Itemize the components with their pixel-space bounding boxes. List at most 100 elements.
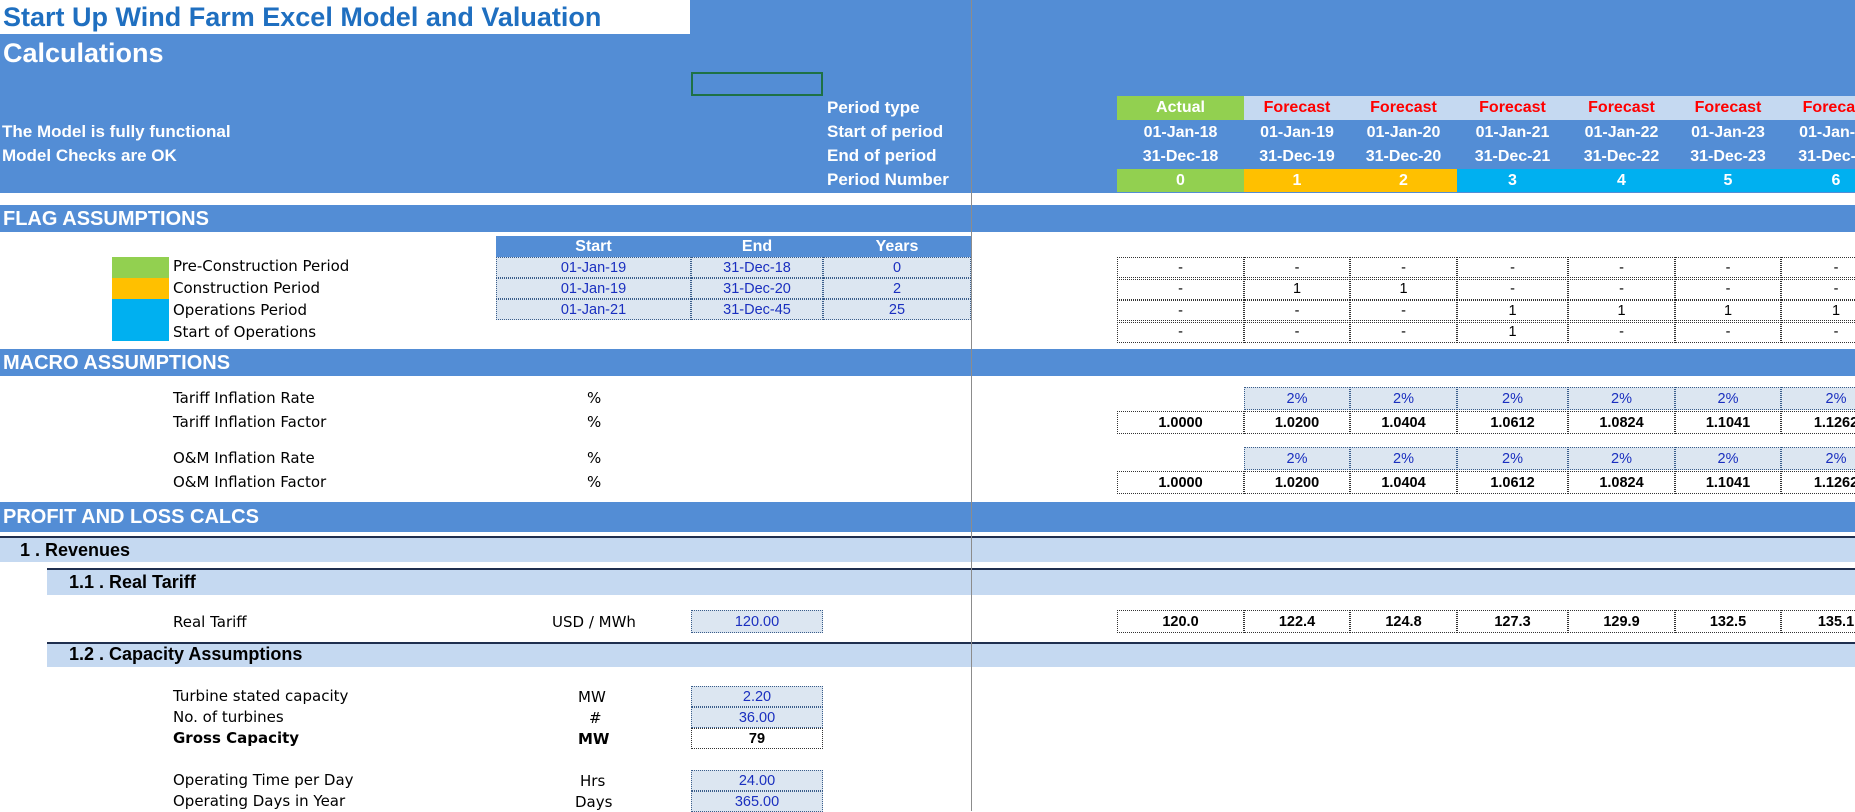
flag-start-input[interactable]: 01-Jan-21 [496, 299, 691, 320]
om-rate-cell[interactable]: 2% [1457, 447, 1568, 470]
om-factor-cell[interactable]: 1.0404 [1350, 471, 1457, 494]
tariff-factor-cell[interactable]: 1.0404 [1350, 411, 1457, 434]
real-tariff-cell[interactable]: 127.3 [1457, 610, 1568, 633]
real-tariff-cell[interactable]: 124.8 [1350, 610, 1457, 633]
flag-start-input[interactable]: 01-Jan-19 [496, 278, 691, 299]
flag-value-cell[interactable]: - [1244, 321, 1350, 343]
flag-value-cell[interactable]: - [1117, 257, 1244, 278]
period-number-cell: 1 [1244, 169, 1350, 192]
flag-value-cell[interactable]: 1 [1457, 321, 1568, 343]
real-tariff-cell[interactable]: 122.4 [1244, 610, 1350, 633]
row-label-start: Start of period [827, 122, 944, 141]
section-flag-assumptions: FLAG ASSUMPTIONS [0, 205, 1855, 232]
flag-value-cell[interactable]: - [1350, 321, 1457, 343]
tariff-rate-cell[interactable]: 2% [1457, 387, 1568, 410]
capacity-header: 1.2 . Capacity Assumptions [47, 642, 1855, 667]
om-rate-cell[interactable]: 2% [1675, 447, 1781, 470]
om-factor-cell[interactable]: 1.0000 [1117, 471, 1244, 494]
flag-end-input[interactable]: 31-Dec-45 [691, 299, 823, 320]
tariff-factor-cell[interactable]: 1.0000 [1117, 411, 1244, 434]
tariff-factor-cell[interactable]: 1.1041 [1675, 411, 1781, 434]
real-tariff-input[interactable]: 120.00 [691, 610, 823, 633]
real-tariff-cell[interactable]: 120.0 [1117, 610, 1244, 633]
flag-value-cell[interactable]: - [1568, 257, 1675, 278]
real-tariff-cell[interactable]: 132.5 [1675, 610, 1781, 633]
period-end-cell: 31-Dec-19 [1259, 148, 1335, 165]
flag-value-cell[interactable]: - [1244, 257, 1350, 278]
period-number-cell: 5 [1675, 169, 1781, 192]
tariff-inflation-rate-label: Tariff Inflation Rate [173, 389, 315, 407]
om-factor-cell[interactable]: 1.0824 [1568, 471, 1675, 494]
om-rate-cell[interactable]: 2% [1350, 447, 1457, 470]
op-days-input[interactable]: 365.00 [691, 791, 823, 812]
flag-value-cell[interactable]: - [1781, 257, 1855, 278]
flag-value-cell[interactable]: - [1675, 278, 1781, 300]
flag-value-cell[interactable]: - [1568, 278, 1675, 300]
tariff-rate-cell[interactable]: 2% [1675, 387, 1781, 410]
flag-end-input[interactable]: 31-Dec-18 [691, 257, 823, 278]
tariff-rate-cell[interactable]: 2% [1244, 387, 1350, 410]
flag-value-cell[interactable]: 1 [1350, 278, 1457, 300]
period-type-cell: Forecast [1781, 96, 1855, 120]
flag-label-pre-construction: Pre-Construction Period [173, 257, 350, 275]
flag-start-input[interactable]: 01-Jan-19 [496, 257, 691, 278]
real-tariff-cell[interactable]: 129.9 [1568, 610, 1675, 633]
flag-value-cell[interactable]: 1 [1244, 278, 1350, 300]
flag-years-input[interactable]: 25 [823, 299, 971, 320]
om-rate-cell[interactable]: 2% [1781, 447, 1855, 470]
status-line-checks: Model Checks are OK [2, 146, 177, 165]
section-title: FLAG ASSUMPTIONS [3, 208, 209, 230]
tariff-inflation-factor-unit: % [587, 413, 602, 431]
flag-value-cell[interactable]: 1 [1781, 300, 1855, 321]
om-rate-cell[interactable]: 2% [1244, 447, 1350, 470]
period-type-cell: Forecast [1244, 96, 1350, 120]
flag-value-cell[interactable]: - [1457, 257, 1568, 278]
om-factor-cell[interactable]: 1.0612 [1457, 471, 1568, 494]
flag-years-input[interactable]: 2 [823, 278, 971, 299]
op-time-input[interactable]: 24.00 [691, 770, 823, 791]
flag-value-cell[interactable]: - [1457, 278, 1568, 300]
selected-cell[interactable] [691, 72, 823, 96]
tariff-rate-cell[interactable]: 2% [1781, 387, 1855, 410]
flag-value-cell[interactable]: 1 [1568, 300, 1675, 321]
tariff-inflation-factor-label: Tariff Inflation Factor [173, 413, 327, 431]
tariff-factor-cell[interactable]: 1.0824 [1568, 411, 1675, 434]
tariff-factor-cell[interactable]: 1.1262 [1781, 411, 1855, 434]
tariff-rate-cell[interactable]: 2% [1568, 387, 1675, 410]
om-factor-cell[interactable]: 1.1041 [1675, 471, 1781, 494]
flag-value-cell[interactable]: 1 [1457, 300, 1568, 321]
flag-value-cell[interactable]: - [1117, 278, 1244, 300]
real-tariff-header: 1.1 . Real Tariff [47, 568, 1855, 595]
flag-value-cell[interactable]: - [1675, 257, 1781, 278]
flag-value-cell[interactable]: - [1350, 257, 1457, 278]
om-rate-cell[interactable]: 2% [1568, 447, 1675, 470]
flag-label-operations: Operations Period [173, 301, 308, 319]
om-inflation-rate-unit: % [587, 449, 602, 467]
num-turbines-input[interactable]: 36.00 [691, 707, 823, 728]
gross-capacity-value[interactable]: 79 [691, 728, 823, 749]
flag-value-cell[interactable]: - [1244, 300, 1350, 321]
om-factor-cell[interactable]: 1.1262 [1781, 471, 1855, 494]
turbine-capacity-input[interactable]: 2.20 [691, 686, 823, 707]
op-time-unit: Hrs [580, 772, 606, 790]
tariff-factor-cell[interactable]: 1.0200 [1244, 411, 1350, 434]
tariff-factor-cell[interactable]: 1.0612 [1457, 411, 1568, 434]
period-type-cell: Forecast [1675, 96, 1781, 120]
tariff-rate-cell[interactable]: 2% [1350, 387, 1457, 410]
flag-value-cell[interactable]: - [1675, 321, 1781, 343]
flag-value-cell[interactable]: - [1350, 300, 1457, 321]
flag-value-cell[interactable]: - [1117, 300, 1244, 321]
flag-end-input[interactable]: 31-Dec-20 [691, 278, 823, 299]
tariff-inflation-rate-unit: % [587, 389, 602, 407]
real-tariff-cell[interactable]: 135.1 [1781, 610, 1855, 633]
flag-value-cell[interactable]: - [1568, 321, 1675, 343]
flag-years-input[interactable]: 0 [823, 257, 971, 278]
swatch-construction [112, 278, 169, 299]
flag-header-end: End [691, 236, 823, 257]
revenues-title: 1 . Revenues [20, 540, 131, 560]
flag-value-cell[interactable]: 1 [1675, 300, 1781, 321]
flag-value-cell[interactable]: - [1781, 278, 1855, 300]
flag-value-cell[interactable]: - [1117, 321, 1244, 343]
flag-value-cell[interactable]: - [1781, 321, 1855, 343]
om-factor-cell[interactable]: 1.0200 [1244, 471, 1350, 494]
